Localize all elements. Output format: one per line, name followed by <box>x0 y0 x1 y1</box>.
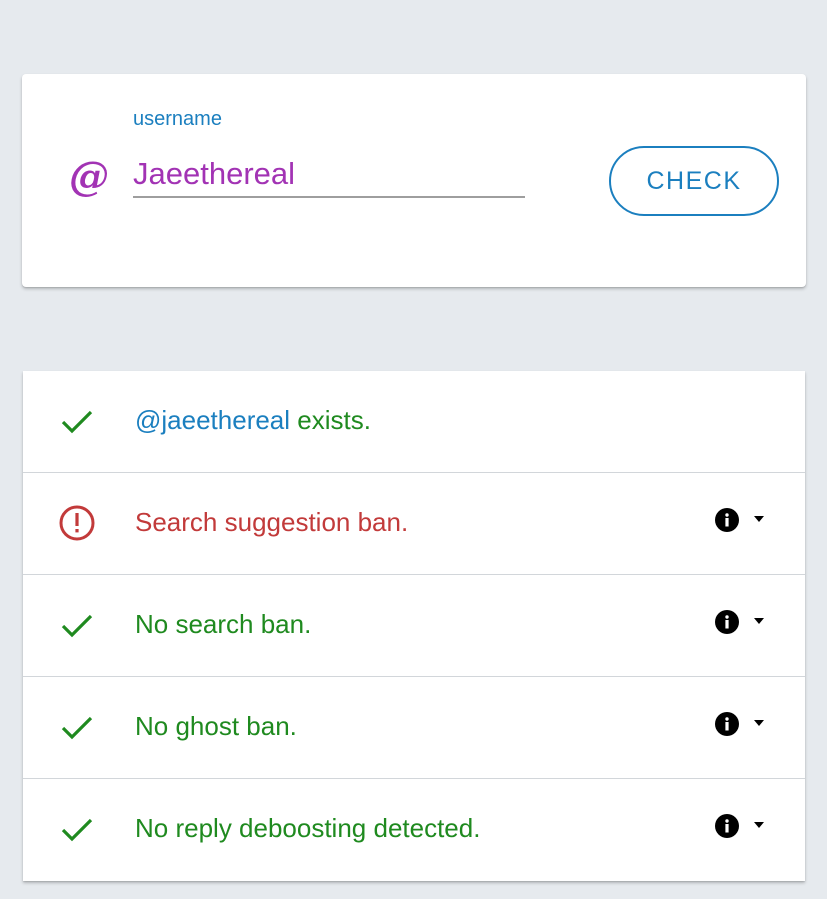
result-message: No search ban. <box>135 609 312 639</box>
search-card: @ username CHECK <box>22 74 806 287</box>
result-message: exists. <box>290 405 371 435</box>
chevron-down-icon <box>753 719 765 727</box>
result-row-ghost-ban: No ghost ban. <box>23 677 805 779</box>
details-toggle[interactable] <box>713 710 773 738</box>
info-icon <box>715 814 739 838</box>
chevron-down-icon <box>753 617 765 625</box>
check-icon <box>57 605 97 645</box>
info-icon <box>715 712 739 736</box>
username-input[interactable] <box>133 152 525 198</box>
check-icon <box>57 707 97 747</box>
username-label: username <box>133 108 222 130</box>
chevron-down-icon <box>753 515 765 523</box>
details-toggle[interactable] <box>713 608 773 636</box>
results-list: @jaeethereal exists. Search suggestion b… <box>23 371 805 881</box>
details-toggle[interactable] <box>713 506 773 534</box>
username-handle[interactable]: @jaeethereal <box>135 405 290 435</box>
at-icon: @ <box>69 153 109 200</box>
result-text: @jaeethereal exists. <box>135 404 371 436</box>
result-row-search-ban: No search ban. <box>23 575 805 677</box>
result-row-exists: @jaeethereal exists. <box>23 371 805 473</box>
result-message: No ghost ban. <box>135 711 297 741</box>
chevron-down-icon <box>753 821 765 829</box>
info-icon <box>715 610 739 634</box>
info-icon <box>715 508 739 532</box>
details-toggle[interactable] <box>713 812 773 840</box>
result-message: Search suggestion ban. <box>135 507 409 537</box>
result-row-search-suggestion-ban: Search suggestion ban. <box>23 473 805 575</box>
result-message: No reply deboosting detected. <box>135 813 481 843</box>
check-icon <box>57 401 97 441</box>
check-icon <box>57 809 97 849</box>
check-button[interactable]: CHECK <box>609 146 779 216</box>
alert-circle-icon <box>57 503 97 543</box>
result-row-reply-deboosting: No reply deboosting detected. <box>23 779 805 881</box>
